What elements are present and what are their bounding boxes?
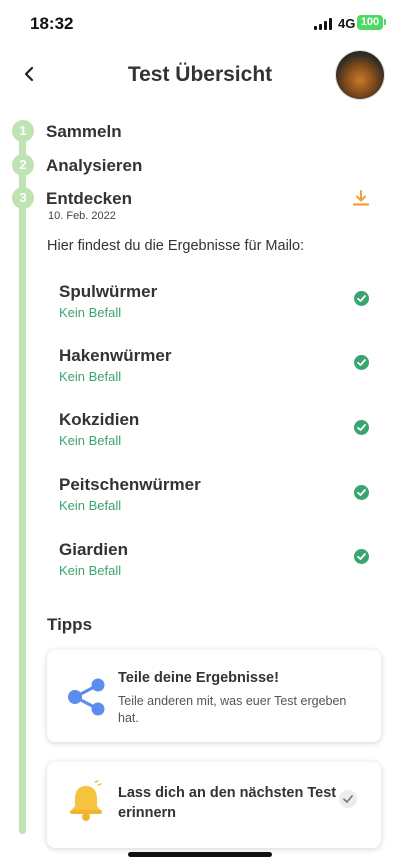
check-icon xyxy=(354,485,369,500)
download-icon xyxy=(352,190,370,206)
results-intro: Hier findest du die Ergebnisse für Mailo… xyxy=(47,238,305,254)
avatar[interactable] xyxy=(336,51,384,99)
result-name: Giardien xyxy=(59,540,128,559)
download-button[interactable] xyxy=(352,189,370,207)
bell-icon xyxy=(70,780,102,821)
step-1-label: Sammeln xyxy=(46,122,122,141)
step-3-date: 10. Feb. 2022 xyxy=(48,210,116,222)
status-time: 18:32 xyxy=(30,14,74,33)
result-status: Kein Befall xyxy=(59,433,122,448)
result-status: Kein Befall xyxy=(59,305,122,320)
network-label: 4G xyxy=(338,16,356,31)
tips-title: Tipps xyxy=(47,615,93,634)
result-item: Giardien Kein Befall xyxy=(59,540,128,578)
step-2-label: Analysieren xyxy=(46,156,143,175)
result-status: Kein Befall xyxy=(59,498,122,513)
result-name: Kokzidien xyxy=(59,410,140,429)
result-item: Spulwürmer Kein Befall xyxy=(59,282,157,320)
check-icon xyxy=(354,355,369,370)
signal-icon xyxy=(314,18,334,30)
step-3-number: 3 xyxy=(12,187,34,209)
home-indicator[interactable] xyxy=(128,852,272,857)
reminder-check-button[interactable] xyxy=(339,790,357,808)
result-item: Peitschenwürmer Kein Befall xyxy=(59,475,201,513)
card-title: Lass dich an den nächsten Test erinnern xyxy=(118,785,337,821)
share-results-card[interactable]: Teile deine Ergebnisse! Teile anderen mi… xyxy=(47,650,381,742)
result-name: Peitschenwürmer xyxy=(59,475,201,494)
step-2-number: 2 xyxy=(12,154,34,176)
result-status: Kein Befall xyxy=(59,369,122,384)
status-bar: 18:32 4G 100 xyxy=(0,0,400,48)
result-name: Hakenwürmer xyxy=(59,346,172,365)
check-icon xyxy=(354,291,369,306)
result-item: Hakenwürmer Kein Befall xyxy=(59,346,171,384)
timeline-line xyxy=(19,128,26,834)
check-icon xyxy=(354,420,369,435)
battery-tip xyxy=(384,19,386,25)
result-status: Kein Befall xyxy=(59,563,122,578)
check-icon xyxy=(354,549,369,564)
step-3-label: Entdecken xyxy=(46,189,132,208)
card-text: Teile anderen mit, was euer Test ergeben… xyxy=(118,694,347,725)
reminder-card[interactable]: Lass dich an den nächsten Test erinnern xyxy=(47,762,381,848)
step-1-number: 1 xyxy=(12,120,34,142)
result-item: Kokzidien Kein Befall xyxy=(59,410,139,448)
card-title: Teile deine Ergebnisse! xyxy=(118,670,279,686)
result-name: Spulwürmer xyxy=(59,282,158,301)
battery-icon: 100 xyxy=(357,15,383,30)
check-icon xyxy=(343,795,353,803)
share-icon xyxy=(68,678,105,716)
